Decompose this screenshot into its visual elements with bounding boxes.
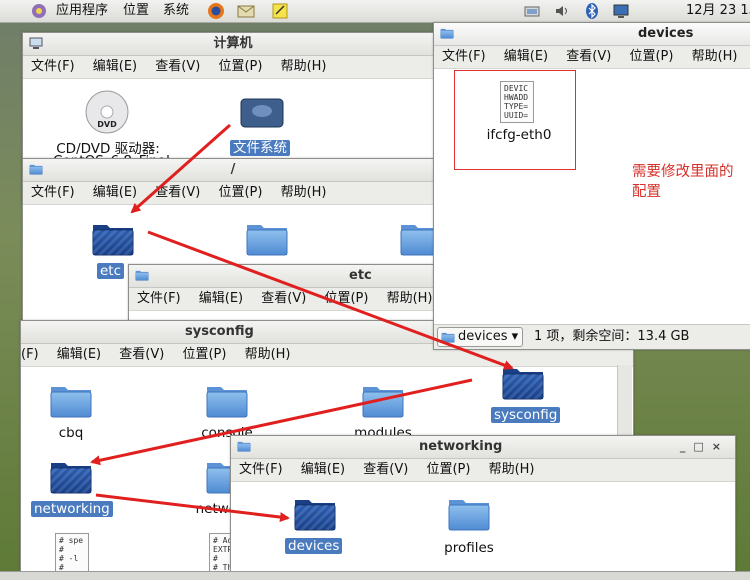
devices-titlebar[interactable]: devices — [434, 23, 750, 46]
harddisk-icon[interactable] — [239, 95, 285, 131]
menu-view[interactable]: 查看(V) — [355, 459, 414, 481]
places-menu[interactable]: 位置 — [123, 2, 149, 20]
filesystem-label: 文件系统 — [230, 136, 290, 156]
folder-icon — [441, 331, 455, 343]
menu-view[interactable]: 查看(V) — [253, 288, 312, 310]
apps-menu[interactable]: 应用程序 — [56, 2, 108, 20]
menu-edit[interactable]: 编辑(E) — [85, 182, 143, 204]
ifcfg-file-label: ifcfg-eth0 — [486, 127, 552, 143]
svg-text:DVD: DVD — [97, 120, 117, 129]
menu-file[interactable]: 文件(F) — [129, 288, 187, 310]
bluetooth-icon[interactable] — [583, 2, 601, 20]
location-dropdown[interactable]: devices ▾ — [437, 327, 524, 347]
folder-label-cbq: cbq — [58, 425, 84, 441]
menubar: 文件(F) 编辑(E) 查看(V) 位置(P) 帮助(H) — [231, 459, 735, 482]
menu-places[interactable]: 位置(P) — [174, 344, 232, 366]
etc-folder-icon[interactable] — [91, 219, 135, 257]
menu-places[interactable]: 位置(P) — [210, 56, 268, 78]
computer-icon — [29, 37, 43, 49]
folder-icon-modules[interactable] — [361, 381, 405, 419]
computer-titlebar[interactable]: 计算机 — [23, 33, 443, 56]
networking-folder-icon[interactable] — [49, 457, 93, 495]
devices-folder-icon[interactable] — [293, 494, 337, 532]
window-title: 计算机 — [213, 36, 253, 51]
devices-label: devices — [285, 538, 343, 554]
window-title: networking — [419, 439, 503, 454]
menu-places[interactable]: 位置(P) — [418, 459, 476, 481]
top-panel: 应用程序 位置 系统 12月 23 15 — [0, 0, 750, 23]
menu-view[interactable]: 查看(V) — [147, 56, 206, 78]
folder-icon-console[interactable] — [205, 381, 249, 419]
menu-view[interactable]: 查看(V) — [558, 46, 617, 68]
menu-help[interactable]: 帮助(H) — [481, 459, 541, 481]
window-title: / — [230, 162, 236, 177]
folder-icon — [237, 440, 251, 452]
menu-file[interactable]: 文件(F) — [231, 459, 289, 481]
firefox-icon[interactable] — [207, 2, 225, 20]
menu-help[interactable]: 帮助(H) — [273, 182, 333, 204]
sysconfig-label: sysconfig — [491, 407, 561, 423]
window-title: etc — [349, 268, 372, 283]
menu-edit[interactable]: 编辑(E) — [293, 459, 351, 481]
profiles-folder-icon[interactable] — [447, 494, 491, 532]
menubar: 文件(F) 编辑(E) 查看(V) 位置(P) 帮助(H) — [129, 288, 443, 311]
networking-label: networking — [31, 501, 113, 517]
statusbar: devices ▾ 1 项，剩余空间：13.4 GB — [434, 324, 750, 349]
menubar: 文件(F) 编辑(E) 查看(V) 位置(P) 帮助(H) — [23, 182, 443, 205]
menu-edit[interactable]: 编辑(E) — [49, 344, 107, 366]
menubar: 文件(F) 编辑(E) 查看(V) 位置(P) 帮助(H) — [434, 46, 750, 69]
menu-help[interactable]: 帮助(H) — [684, 46, 744, 68]
devices-window[interactable]: devices 文件(F) 编辑(E) 查看(V) 位置(P) 帮助(H) DE… — [433, 22, 750, 350]
folder-icon[interactable] — [245, 219, 289, 257]
menu-edit[interactable]: 编辑(E) — [85, 56, 143, 78]
menu-places[interactable]: 位置(P) — [210, 182, 268, 204]
window-title: sysconfig — [185, 324, 254, 339]
folder-icon — [29, 163, 43, 175]
status-text: 1 项，剩余空间：13.4 GB — [534, 329, 690, 344]
text-file-icon[interactable]: # spe # # -l # — [55, 533, 89, 571]
folder-icon — [440, 27, 454, 39]
menu-file[interactable]: 文件(F) — [434, 46, 492, 68]
annotation-note: 需要修改里面的 配置 — [632, 164, 734, 200]
notes-icon[interactable] — [271, 2, 289, 20]
menu-help[interactable]: 帮助(H) — [379, 288, 439, 310]
mail-icon[interactable] — [237, 2, 255, 20]
ifcfg-file-icon[interactable]: DEVIC HWADD TYPE= UUID= — [500, 81, 534, 123]
window-title: devices — [638, 26, 694, 41]
menu-places[interactable]: 位置(P) — [316, 288, 374, 310]
watermark: https://blog.csdn.net/qq_41262903 — [498, 553, 727, 568]
networking-titlebar[interactable]: networking _□× — [231, 436, 735, 459]
menu-view[interactable]: 查看(V) — [147, 182, 206, 204]
volume-icon[interactable] — [553, 2, 571, 20]
menu-file[interactable]: 文件(F) — [23, 182, 81, 204]
apps-menu-icon[interactable] — [30, 2, 48, 20]
location-value: devices — [458, 329, 508, 344]
dvd-drive-icon[interactable]: DVD — [83, 89, 131, 135]
menu-help[interactable]: 帮助(H) — [237, 344, 297, 366]
menu-help[interactable]: 帮助(H) — [273, 56, 333, 78]
sysconfig-folder-icon[interactable] — [501, 363, 545, 401]
etc-label: etc — [97, 263, 125, 279]
network-icon[interactable] — [523, 2, 541, 20]
menu-file[interactable]: 文件(F) — [23, 56, 81, 78]
menu-edit[interactable]: 编辑(E) — [191, 288, 249, 310]
folder-icon — [135, 269, 149, 281]
root-titlebar[interactable]: / — [23, 159, 443, 182]
clock[interactable]: 12月 23 15 — [686, 2, 750, 20]
system-menu[interactable]: 系统 — [163, 2, 189, 20]
display-icon[interactable] — [612, 2, 630, 20]
maximize-button[interactable]: □ — [693, 440, 711, 453]
profiles-label: profiles — [444, 540, 494, 556]
menu-edit[interactable]: 编辑(E) — [496, 46, 554, 68]
folder-icon-cbq[interactable] — [49, 381, 93, 419]
menu-file[interactable]: (F) — [21, 344, 45, 366]
close-button[interactable]: × — [712, 440, 729, 453]
menubar: 文件(F) 编辑(E) 查看(V) 位置(P) 帮助(H) — [23, 56, 443, 79]
menu-places[interactable]: 位置(P) — [621, 46, 679, 68]
minimize-button[interactable]: _ — [680, 440, 694, 453]
etc-window[interactable]: etc 文件(F) 编辑(E) 查看(V) 位置(P) 帮助(H) — [128, 264, 444, 326]
etc-titlebar[interactable]: etc — [129, 265, 443, 288]
menu-view[interactable]: 查看(V) — [111, 344, 170, 366]
chevron-down-icon: ▾ — [511, 329, 519, 344]
